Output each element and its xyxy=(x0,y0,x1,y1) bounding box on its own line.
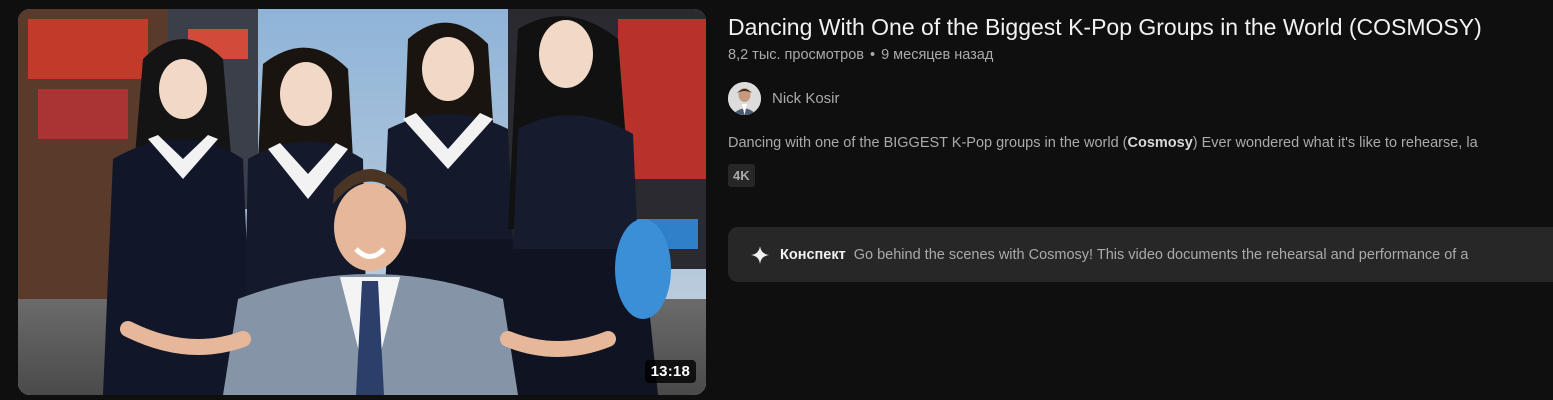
summary-label: Конспект xyxy=(780,246,846,263)
video-result-row[interactable]: 13:18 Dancing With One of the Biggest K-… xyxy=(0,0,1553,400)
video-title[interactable]: Dancing With One of the Biggest K-Pop Gr… xyxy=(728,12,1553,42)
sparkle-icon xyxy=(750,245,770,265)
upload-age: 9 месяцев назад xyxy=(881,47,994,63)
video-metadata: 8,2 тыс. просмотров • 9 месяцев назад xyxy=(728,47,1553,63)
ai-summary-chip[interactable]: Конспект Go behind the scenes with Cosmo… xyxy=(728,227,1553,282)
view-count: 8,2 тыс. просмотров xyxy=(728,47,864,63)
description-highlight: Cosmosy xyxy=(1127,135,1193,151)
channel-name[interactable]: Nick Kosir xyxy=(772,90,840,107)
thumbnail-image xyxy=(18,9,706,395)
description-prefix: Dancing with one of the BIGGEST K-Pop gr… xyxy=(728,135,1128,151)
channel-avatar[interactable] xyxy=(728,81,761,115)
description-suffix: ) Ever wondered what it's like to rehear… xyxy=(1192,135,1478,151)
summary-text: Go behind the scenes with Cosmosy! This … xyxy=(853,246,1469,263)
meta-separator: • xyxy=(869,47,876,63)
video-thumbnail[interactable]: 13:18 xyxy=(18,9,706,395)
duration-badge: 13:18 xyxy=(644,360,696,383)
quality-badge: 4K xyxy=(728,164,755,187)
channel-info[interactable]: Nick Kosir xyxy=(728,81,1553,115)
avatar-icon xyxy=(728,81,761,115)
video-info: Dancing With One of the Biggest K-Pop Gr… xyxy=(728,12,1553,187)
video-description: Dancing with one of the BIGGEST K-Pop gr… xyxy=(728,135,1553,151)
